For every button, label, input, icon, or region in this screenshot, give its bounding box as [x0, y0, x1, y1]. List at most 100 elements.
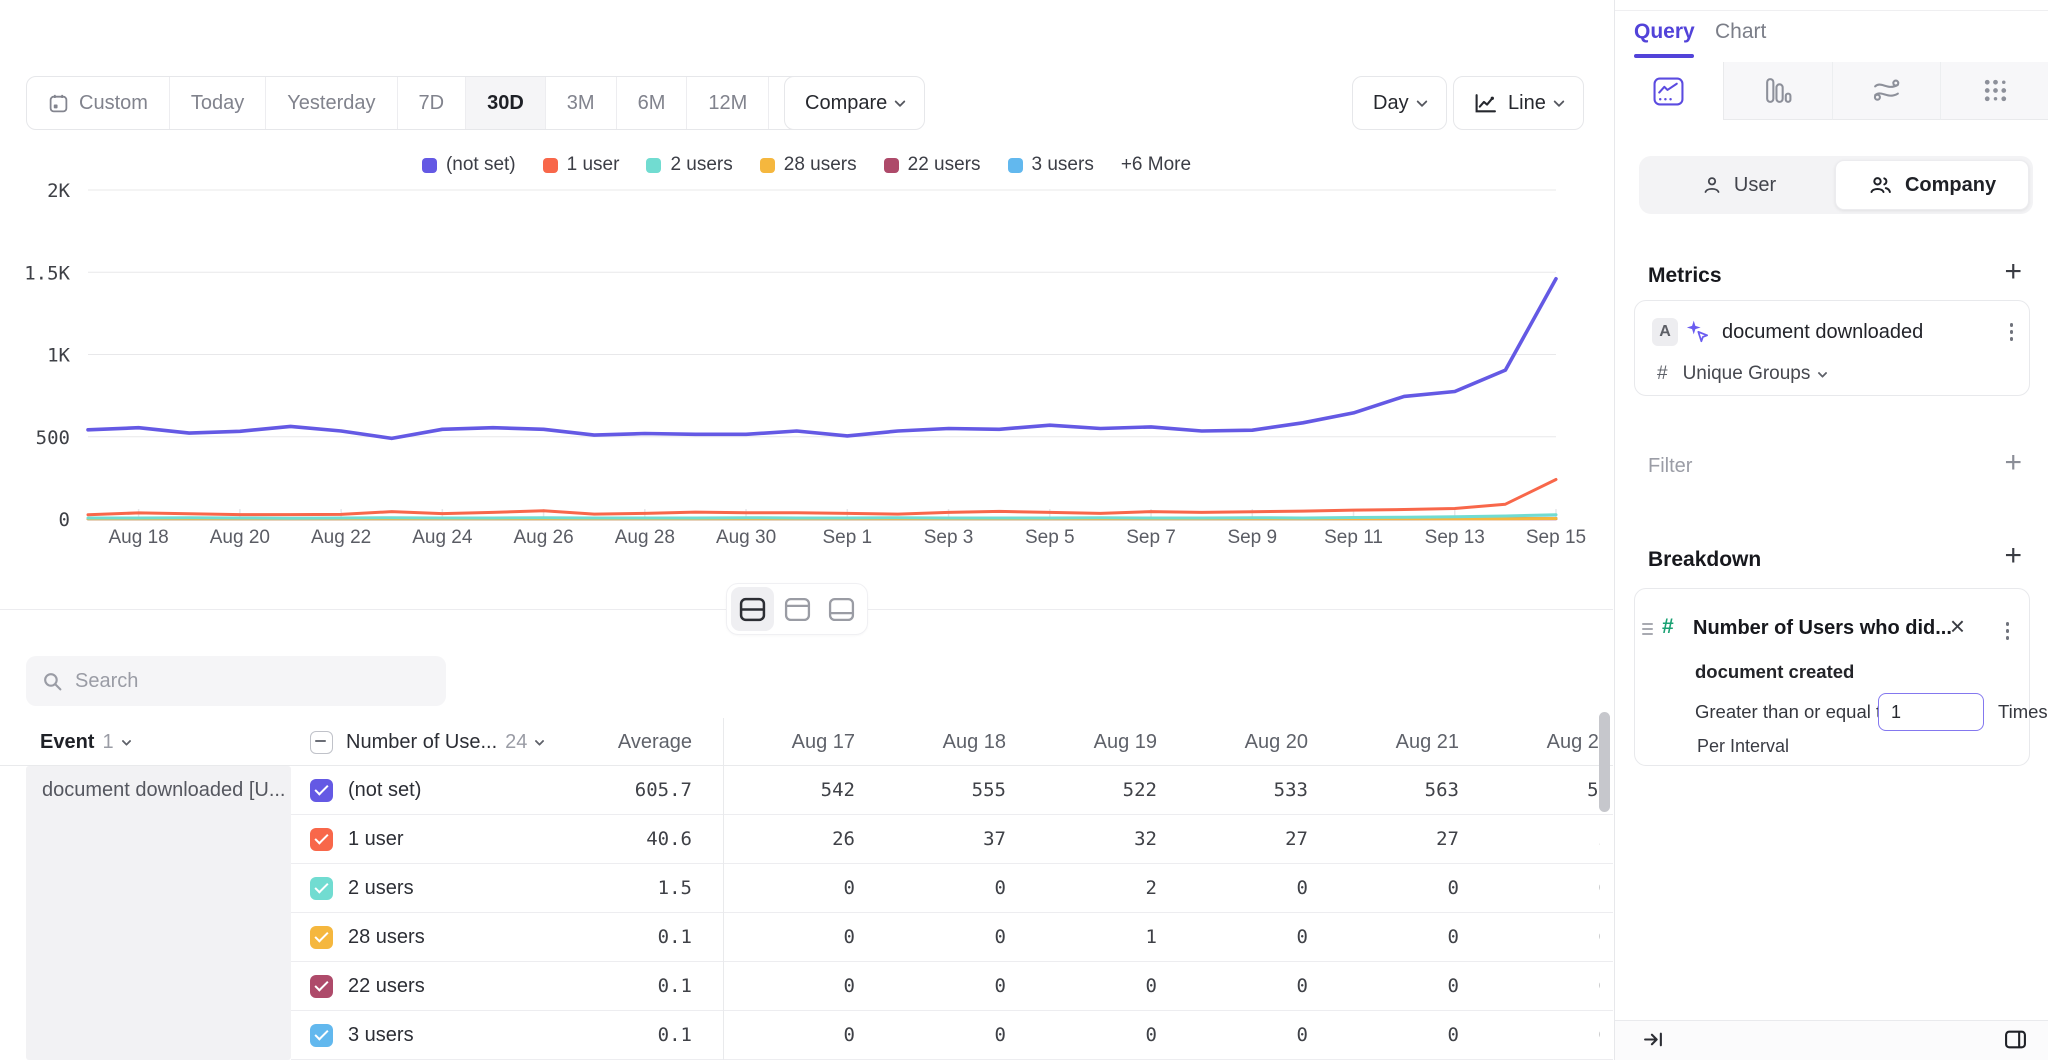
- row-values: 000000: [723, 962, 1600, 1011]
- dots-grid-icon: [1980, 76, 2011, 105]
- value-cell: 2: [1479, 815, 1600, 864]
- y-axis-label: 500: [36, 427, 70, 449]
- value-cell: 26: [724, 815, 875, 864]
- row-checkbox[interactable]: [310, 926, 333, 949]
- add-breakdown-button[interactable]: +: [2004, 544, 2022, 568]
- line-chart: 05001K1.5K2KAug 18Aug 20Aug 22Aug 24Aug …: [0, 140, 1613, 565]
- breakdown-heading: Breakdown: [1648, 548, 1761, 572]
- scope-user-option[interactable]: User: [1643, 160, 1835, 210]
- value-cell: 522: [1026, 766, 1177, 815]
- layout-chart-only-button[interactable]: [776, 587, 819, 631]
- tab-query[interactable]: Query: [1634, 20, 1695, 44]
- search-input[interactable]: [75, 670, 430, 693]
- date-column-header[interactable]: Aug 17: [724, 718, 875, 766]
- interval-button[interactable]: Day: [1352, 76, 1447, 130]
- layout-split-button[interactable]: [731, 587, 774, 631]
- tab-chart[interactable]: Chart: [1715, 20, 1766, 44]
- event-name-cell[interactable]: document downloaded [U...: [26, 766, 291, 1060]
- breakdown-property[interactable]: Number of Users who did...: [1693, 617, 1952, 640]
- x-axis-label: Sep 1: [822, 527, 872, 548]
- add-metric-button[interactable]: +: [2004, 260, 2022, 284]
- breakdown-event[interactable]: document created: [1695, 661, 1854, 683]
- analytics-dashboard: Custom Today Yesterday 7D 30D 3M 6M 12M …: [0, 0, 2048, 1060]
- layout-table-only-button[interactable]: [820, 587, 863, 631]
- range-label: Custom: [79, 92, 148, 115]
- value-cell: 0: [875, 864, 1026, 913]
- value-cell: 0: [1026, 1011, 1177, 1060]
- add-filter-button[interactable]: +: [2004, 451, 2022, 475]
- chart-type-dots-tab[interactable]: [1941, 62, 2048, 120]
- range-3m[interactable]: 3M: [546, 77, 617, 129]
- date-column-header[interactable]: Aug 18: [875, 718, 1026, 766]
- breakdown-per-interval[interactable]: Per Interval: [1697, 736, 1789, 757]
- value-cell: 0: [1479, 913, 1600, 962]
- x-axis-label: Sep 3: [924, 527, 974, 548]
- range-7d[interactable]: 7D: [398, 77, 467, 129]
- date-column-header[interactable]: Aug 21: [1328, 718, 1479, 766]
- row-checkbox[interactable]: [310, 779, 333, 802]
- metric-card[interactable]: A document downloaded # Unique Groups: [1634, 300, 2030, 396]
- date-column-header[interactable]: Aug 22: [1479, 718, 1600, 766]
- x-axis-label: Aug 18: [109, 527, 169, 548]
- row-checkbox[interactable]: [310, 877, 333, 900]
- row-average: 0.1: [541, 962, 692, 1011]
- row-checkbox[interactable]: [310, 1024, 333, 1047]
- breakdown-value-input[interactable]: [1878, 693, 1984, 731]
- row-values: 001000: [723, 913, 1600, 962]
- select-all-checkbox[interactable]: [310, 731, 333, 754]
- metric-menu-icon[interactable]: [2006, 319, 2018, 345]
- compare-button[interactable]: Compare: [784, 76, 925, 130]
- metric-name[interactable]: document downloaded: [1722, 321, 1923, 344]
- chart-type-line-tab[interactable]: [1615, 62, 1724, 120]
- collapse-panel-icon[interactable]: [1643, 1030, 1664, 1054]
- value-cell: 0: [875, 962, 1026, 1011]
- range-6m[interactable]: 6M: [617, 77, 688, 129]
- row-values: 002000: [723, 864, 1600, 913]
- date-column-header[interactable]: Aug 19: [1026, 718, 1177, 766]
- table-scrollbar[interactable]: [1599, 712, 1610, 812]
- metric-aggregation[interactable]: # Unique Groups: [1657, 363, 1826, 385]
- chevron-down-icon: [1416, 96, 1427, 107]
- active-tab-underline: [1634, 54, 1694, 58]
- row-checkbox[interactable]: [310, 828, 333, 851]
- line-chart-icon: [1653, 77, 1684, 106]
- x-axis-label: Aug 20: [210, 527, 270, 548]
- x-axis-label: Sep 15: [1526, 527, 1586, 548]
- sidebar-toggle-icon[interactable]: [2004, 1029, 2027, 1055]
- table-body: (not set)605.7542555522533563531 user40.…: [291, 766, 1613, 1060]
- row-checkbox[interactable]: [310, 975, 333, 998]
- scope-company-option[interactable]: Company: [1835, 160, 2029, 210]
- date-column-header[interactable]: Aug 20: [1177, 718, 1328, 766]
- chart-type-button[interactable]: Line: [1453, 76, 1584, 130]
- range-today[interactable]: Today: [170, 77, 266, 129]
- range-30d[interactable]: 30D: [466, 77, 546, 129]
- row-label: 28 users: [348, 913, 425, 962]
- close-icon[interactable]: ×: [1950, 613, 1965, 639]
- value-cell: 27: [1177, 815, 1328, 864]
- row-average: 0.1: [541, 913, 692, 962]
- y-axis-label: 1.5K: [24, 262, 70, 284]
- breakdown-menu-icon[interactable]: [2002, 618, 2014, 644]
- range-yesterday[interactable]: Yesterday: [266, 77, 397, 129]
- value-cell: 0: [1479, 864, 1600, 913]
- number-property-icon: #: [1662, 615, 1674, 639]
- breakdown-condition[interactable]: Greater than or equal to: [1695, 693, 1891, 731]
- date-range-group: Custom Today Yesterday 7D 30D 3M 6M 12M …: [26, 76, 868, 130]
- chevron-down-icon: [895, 96, 906, 107]
- row-average: 40.6: [541, 815, 692, 864]
- x-axis-label: Aug 24: [412, 527, 473, 548]
- value-cell: 37: [875, 815, 1026, 864]
- range-custom[interactable]: Custom: [27, 77, 170, 129]
- series-column-header: Number of Use... 24: [310, 718, 543, 766]
- value-cell: 1: [1026, 913, 1177, 962]
- event-column-header[interactable]: Event 1: [40, 718, 130, 766]
- chart-type-bar-tab[interactable]: [1724, 62, 1833, 120]
- user-icon: [1702, 175, 1722, 195]
- chart-type-stream-tab[interactable]: [1833, 62, 1942, 120]
- drag-handle-icon[interactable]: [1642, 620, 1653, 638]
- panel-top-divider: [1615, 10, 2048, 11]
- value-cell: 0: [1328, 1011, 1479, 1060]
- range-12m[interactable]: 12M: [687, 77, 769, 129]
- row-label: 22 users: [348, 962, 425, 1011]
- line-chart-icon: [1474, 93, 1497, 114]
